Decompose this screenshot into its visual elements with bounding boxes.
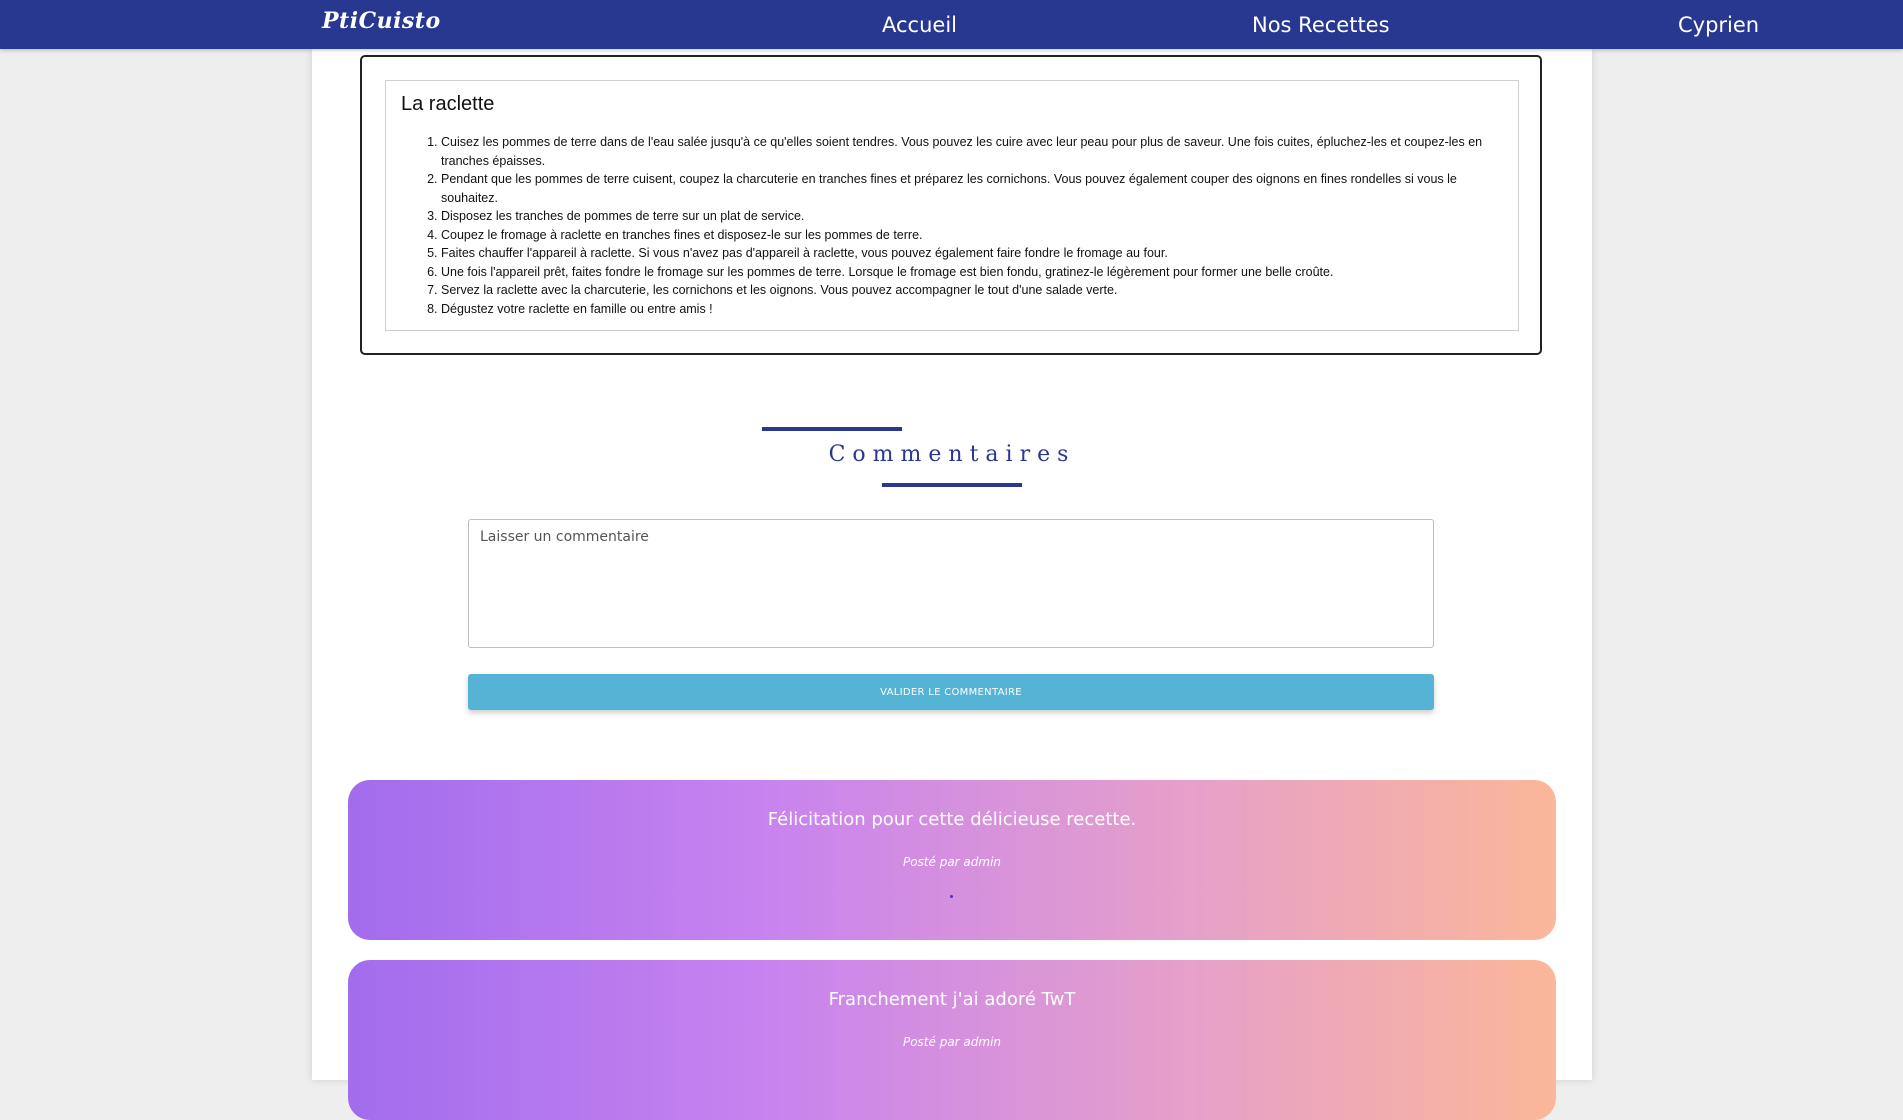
recipe-card: La raclette Cuisez les pommes de terre d… <box>360 55 1542 355</box>
recipe-step: Coupez le fromage à raclette en tranches… <box>441 226 1501 245</box>
comment-textarea[interactable] <box>468 519 1434 648</box>
top-navbar: PtiCuisto Accueil Nos Recettes Cyprien <box>0 0 1903 49</box>
recipe-step: Dégustez votre raclette en famille ou en… <box>441 300 1501 319</box>
nav-link-nos-recettes[interactable]: Nos Recettes <box>1252 13 1390 37</box>
heading-decor-bar-bottom <box>882 483 1022 487</box>
comment-text: Franchement j'ai adoré TwT <box>828 989 1076 1010</box>
comment-text: Félicitation pour cette délicieuse recet… <box>767 809 1137 830</box>
comment-dot <box>950 895 953 898</box>
comment-card: Franchement j'ai adoré TwT Posté par adm… <box>348 960 1556 1120</box>
heading-decor-bar-top <box>762 427 902 431</box>
recipe-step: Une fois l'appareil prêt, faites fondre … <box>441 263 1501 282</box>
recipe-step: Cuisez les pommes de terre dans de l'eau… <box>441 133 1501 170</box>
recipe-step: Pendant que les pommes de terre cuisent,… <box>441 170 1501 207</box>
recipe-steps-list: Cuisez les pommes de terre dans de l'eau… <box>401 133 1501 318</box>
recipe-step: Servez la raclette avec la charcuterie, … <box>441 281 1501 300</box>
comment-card: Félicitation pour cette délicieuse recet… <box>348 780 1556 940</box>
comments-heading: Commentaires <box>312 416 1592 487</box>
recipe-step: Faites chauffer l'appareil à raclette. S… <box>441 244 1501 263</box>
recipe-panel: La raclette Cuisez les pommes de terre d… <box>385 80 1519 331</box>
site-logo[interactable]: PtiCuisto <box>322 8 441 34</box>
submit-comment-button[interactable]: VALIDER LE COMMENTAIRE <box>468 674 1434 710</box>
nav-link-accueil[interactable]: Accueil <box>882 13 957 37</box>
comment-author: Posté par admin <box>902 855 1002 869</box>
page-container: La raclette Cuisez les pommes de terre d… <box>312 49 1592 1120</box>
comments-title: Commentaires <box>828 442 1076 467</box>
comment-author: Posté par admin <box>902 1035 1002 1049</box>
recipe-title: La raclette <box>401 93 495 115</box>
nav-user-menu[interactable]: Cyprien <box>1678 13 1759 37</box>
recipe-step: Disposez les tranches de pommes de terre… <box>441 207 1501 226</box>
